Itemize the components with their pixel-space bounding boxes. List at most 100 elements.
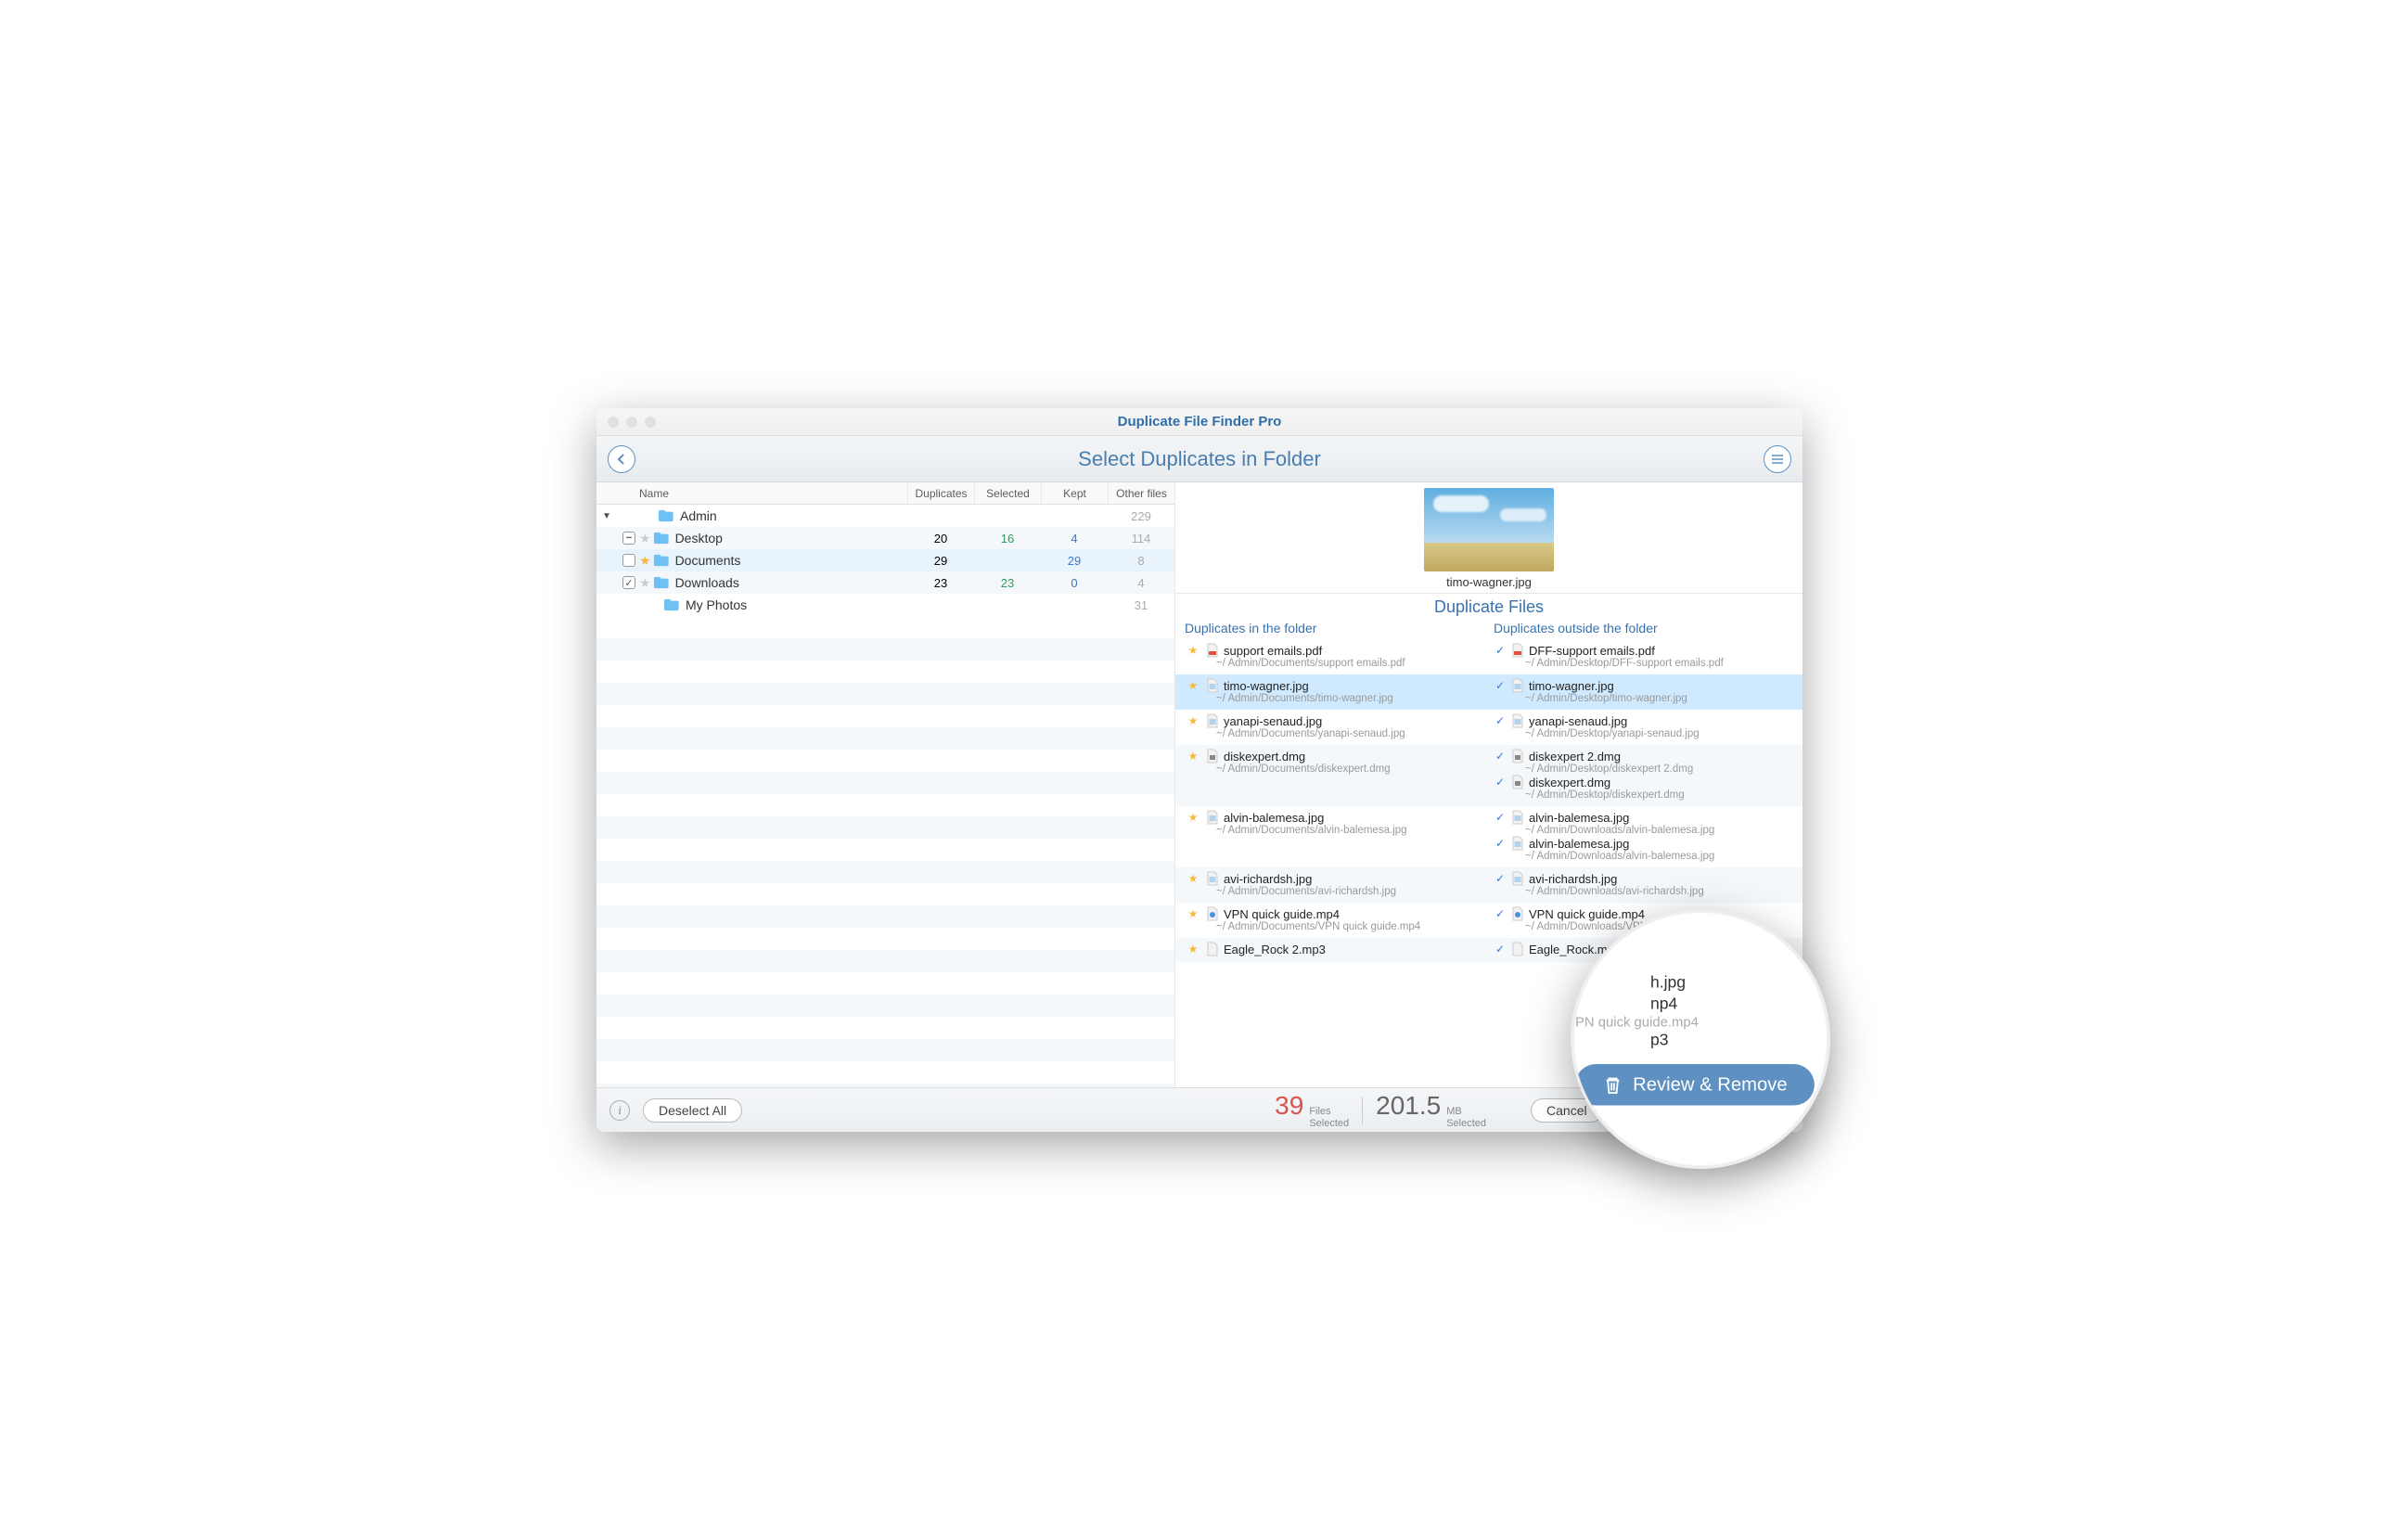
file-name: alvin-balemesa.jpg (1529, 811, 1629, 825)
file-icon (1511, 643, 1524, 658)
folder-checkbox[interactable] (622, 576, 635, 589)
file-icon (1511, 871, 1524, 886)
preview-filename: timo-wagner.jpg (1175, 575, 1802, 589)
star-icon[interactable]: ★ (639, 531, 651, 546)
file-name: VPN quick guide.mp4 (1529, 907, 1645, 921)
file-path: ~/ Admin/Desktop/diskexpert.dmg (1494, 789, 1793, 801)
folder-checkbox[interactable] (622, 532, 635, 545)
duplicate-row[interactable]: ★ support emails.pdf~/ Admin/Documents/su… (1175, 639, 1802, 674)
file-name: diskexpert 2.dmg (1529, 750, 1621, 764)
file-name: VPN quick guide.mp4 (1224, 907, 1340, 921)
folder-row-admin[interactable]: ▼Admin229 (597, 505, 1174, 527)
file-icon (1511, 775, 1524, 789)
file-name: DFF-support emails.pdf (1529, 644, 1655, 658)
file-name: timo-wagner.jpg (1529, 679, 1614, 693)
col-selected[interactable]: Selected (974, 482, 1041, 504)
file-name: avi-richardsh.jpg (1529, 872, 1617, 886)
file-name: timo-wagner.jpg (1224, 679, 1309, 693)
toolbar: Select Duplicates in Folder (597, 436, 1802, 482)
col-kept[interactable]: Kept (1041, 482, 1108, 504)
folder-icon (653, 532, 670, 545)
file-path: ~/ Admin/Documents/VPN quick guide.mp4 (1185, 921, 1484, 932)
file-name: support emails.pdf (1224, 644, 1322, 658)
file-path: ~/ Admin/Documents/avi-richardsh.jpg (1185, 886, 1484, 897)
duplicate-row[interactable]: ★diskexpert.dmg~/ Admin/Documents/diskex… (1175, 745, 1802, 806)
duplicate-row[interactable]: ★timo-wagner.jpg~/ Admin/Documents/timo-… (1175, 674, 1802, 710)
file-name: alvin-balemesa.jpg (1224, 811, 1324, 825)
star-icon[interactable]: ★ (639, 553, 651, 569)
star-icon[interactable]: ★ (1187, 750, 1200, 763)
check-icon[interactable]: ✓ (1494, 837, 1507, 850)
file-path: ~/ Admin/Documents/diskexpert.dmg (1185, 764, 1484, 775)
preview-thumbnail[interactable] (1424, 488, 1554, 571)
preview-area: timo-wagner.jpg (1175, 482, 1802, 594)
file-icon (1206, 678, 1219, 693)
file-icon (1206, 713, 1219, 728)
file-path: ~/ Admin/Desktop/DFF-support emails.pdf (1494, 658, 1793, 669)
file-path: ~/ Admin/Downloads/avi-richardsh.jpg (1494, 886, 1793, 897)
file-path: ~/ Admin/Desktop/diskexpert 2.dmg (1494, 764, 1793, 775)
folder-icon (653, 576, 670, 589)
file-path: ~/ Admin/Documents/yanapi-senaud.jpg (1185, 728, 1484, 739)
check-icon[interactable]: ✓ (1494, 872, 1507, 885)
star-icon[interactable]: ★ (1187, 943, 1200, 956)
file-path: ~/ Admin/Documents/support emails.pdf (1185, 658, 1484, 669)
col-other[interactable]: Other files (1108, 482, 1174, 504)
check-icon[interactable]: ✓ (1494, 644, 1507, 657)
folder-name: Documents (675, 553, 907, 568)
window-title: Duplicate File Finder Pro (597, 414, 1802, 430)
col-name[interactable]: Name (597, 487, 907, 500)
files-selected-stat: 39 FilesSelected (1275, 1091, 1349, 1128)
check-icon[interactable]: ✓ (1494, 750, 1507, 763)
star-icon[interactable]: ★ (1187, 679, 1200, 692)
duplicate-row[interactable]: ★alvin-balemesa.jpg~/ Admin/Documents/al… (1175, 806, 1802, 867)
size-selected-stat: 201.5 MBSelected (1376, 1091, 1486, 1128)
star-icon[interactable]: ★ (1187, 644, 1200, 657)
expand-icon[interactable]: ▼ (600, 511, 613, 521)
titlebar: Duplicate File Finder Pro (597, 408, 1802, 436)
folder-checkbox[interactable] (622, 554, 635, 567)
file-icon (1206, 906, 1219, 921)
check-icon[interactable]: ✓ (1494, 907, 1507, 920)
star-icon[interactable]: ★ (1187, 714, 1200, 727)
folder-row-desktop[interactable]: ★Desktop20164114 (597, 527, 1174, 549)
file-icon (1206, 942, 1219, 956)
file-name: diskexpert.dmg (1529, 776, 1610, 789)
star-icon[interactable]: ★ (1187, 907, 1200, 920)
folder-row-documents[interactable]: ★Documents29298 (597, 549, 1174, 571)
check-icon[interactable]: ✓ (1494, 679, 1507, 692)
folder-row-downloads[interactable]: ★Downloads232304 (597, 571, 1174, 594)
check-icon[interactable]: ✓ (1494, 943, 1507, 956)
duplicates-title: Duplicate Files (1175, 594, 1802, 621)
info-button[interactable]: i (609, 1100, 630, 1121)
file-name: yanapi-senaud.jpg (1224, 714, 1322, 728)
duplicate-row[interactable]: ★ avi-richardsh.jpg ~/ Admin/Documents/avi… (1175, 867, 1802, 903)
file-icon (1511, 942, 1524, 956)
file-icon (1511, 678, 1524, 693)
file-path: ~/ Admin/Desktop/timo-wagner.jpg (1494, 693, 1793, 704)
check-icon[interactable]: ✓ (1494, 776, 1507, 789)
file-name: diskexpert.dmg (1224, 750, 1305, 764)
magnified-review-remove-button[interactable]: Review & Remove (1575, 1064, 1815, 1106)
folder-name: Admin (680, 508, 907, 523)
check-icon[interactable]: ✓ (1494, 714, 1507, 727)
folder-name: My Photos (686, 597, 907, 612)
star-icon[interactable]: ★ (639, 575, 651, 591)
star-icon[interactable]: ★ (1187, 811, 1200, 824)
deselect-all-button[interactable]: Deselect All (643, 1098, 742, 1123)
files-count: 39 (1275, 1091, 1303, 1121)
duplicate-row[interactable]: ★ yanapi-senaud.jpg~/ Admin/Documents/yan… (1175, 710, 1802, 745)
col-duplicates[interactable]: Duplicates (907, 482, 974, 504)
folder-name: Desktop (675, 531, 907, 545)
file-icon (1206, 749, 1219, 764)
file-icon (1206, 643, 1219, 658)
file-path: ~/ Admin/Desktop/yanapi-senaud.jpg (1494, 728, 1793, 739)
folder-row-my-photos[interactable]: My Photos31 (597, 594, 1174, 616)
folder-panel: Name Duplicates Selected Kept Other file… (597, 482, 1175, 1087)
page-subtitle: Select Duplicates in Folder (597, 447, 1802, 471)
star-icon[interactable]: ★ (1187, 872, 1200, 885)
file-name: Eagle_Rock 2.mp3 (1224, 943, 1326, 956)
check-icon[interactable]: ✓ (1494, 811, 1507, 824)
file-icon (1511, 906, 1524, 921)
folder-icon (653, 554, 670, 567)
